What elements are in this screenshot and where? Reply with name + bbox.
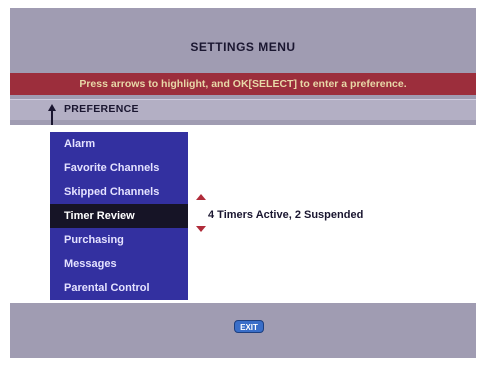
preference-label: PREFERENCE	[64, 103, 139, 115]
page-title: SETTINGS MENU	[190, 40, 296, 54]
exit-button[interactable]: EXIT	[234, 320, 264, 333]
menu-item-parental-control[interactable]: Parental Control	[50, 276, 188, 300]
menu-item-purchasing[interactable]: Purchasing	[50, 228, 188, 252]
scroll-down-arrow-icon[interactable]	[196, 226, 206, 232]
menu-item-favorite-channels[interactable]: Favorite Channels	[50, 156, 188, 180]
scroll-up-arrow-icon[interactable]	[196, 194, 206, 200]
preference-menu: Alarm Favorite Channels Skipped Channels…	[50, 132, 188, 300]
menu-item-skipped-channels[interactable]: Skipped Channels	[50, 180, 188, 204]
menu-item-alarm[interactable]: Alarm	[50, 132, 188, 156]
settings-screen: SETTINGS MENU Press arrows to highlight,…	[10, 8, 476, 358]
menu-item-messages[interactable]: Messages	[50, 252, 188, 276]
instruction-bar: Press arrows to highlight, and OK[SELECT…	[10, 73, 476, 95]
menu-item-timer-review[interactable]: Timer Review	[50, 204, 188, 228]
timer-status-text: 4 Timers Active, 2 Suspended	[208, 209, 364, 221]
